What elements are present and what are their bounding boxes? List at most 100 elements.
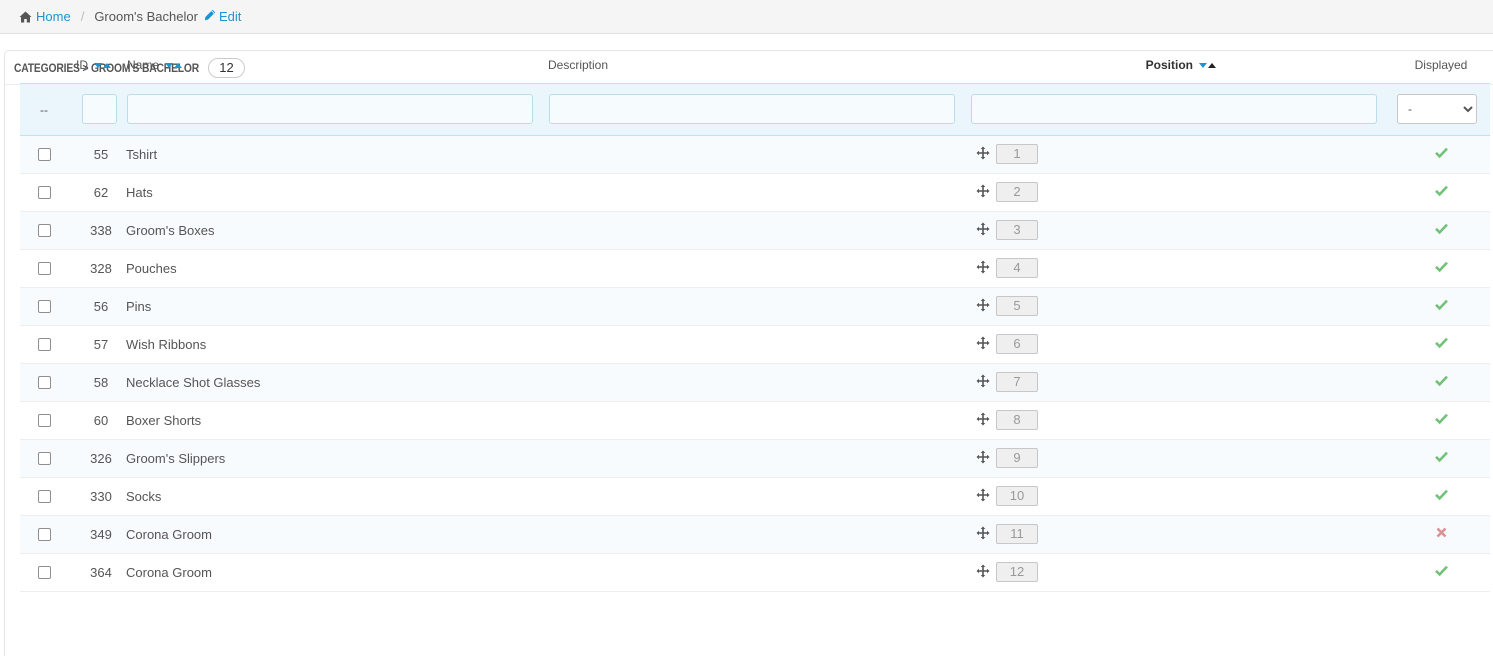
row-id: 57 <box>76 325 126 364</box>
row-select-cell <box>20 439 76 478</box>
sort-desc-icon[interactable] <box>1199 63 1208 69</box>
row-name[interactable]: Tshirt <box>126 135 548 174</box>
row-checkbox[interactable] <box>38 185 51 199</box>
row-checkbox[interactable] <box>38 527 51 541</box>
filter-position-input[interactable] <box>971 94 1377 124</box>
row-name[interactable]: Hats <box>126 173 548 212</box>
filter-position-cell <box>970 82 1392 136</box>
row-id: 62 <box>76 173 126 212</box>
row-checkbox[interactable] <box>38 489 51 503</box>
row-id: 58 <box>76 363 126 402</box>
filter-id-input[interactable] <box>82 94 117 124</box>
move-icon[interactable] <box>976 184 990 201</box>
check-icon[interactable] <box>1434 564 1448 577</box>
row-checkbox[interactable] <box>38 261 51 275</box>
check-icon[interactable] <box>1434 336 1448 349</box>
sort-asc-icon[interactable] <box>1208 63 1217 69</box>
breadcrumb: Home / Groom's Bachelor Edit <box>19 9 241 25</box>
row-name[interactable]: Boxer Shorts <box>126 401 548 440</box>
move-icon[interactable] <box>976 222 990 239</box>
check-icon[interactable] <box>1434 260 1448 273</box>
row-select-cell <box>20 515 76 554</box>
row-select-cell <box>20 325 76 364</box>
column-description: Description <box>548 47 970 83</box>
check-icon[interactable] <box>1434 222 1448 235</box>
row-id: 349 <box>76 515 126 554</box>
row-checkbox[interactable] <box>38 413 51 427</box>
row-name[interactable]: Wish Ribbons <box>126 325 548 364</box>
row-position-cell: 8 <box>970 401 1392 440</box>
move-icon[interactable] <box>976 412 990 429</box>
row-select-cell <box>20 553 76 592</box>
filter-displayed-select[interactable]: - <box>1397 94 1477 124</box>
move-icon[interactable] <box>976 564 990 581</box>
sort-asc-icon[interactable] <box>174 63 183 69</box>
move-icon[interactable] <box>976 374 990 391</box>
table-row: 60 Boxer Shorts 8 <box>20 401 1490 440</box>
check-icon[interactable] <box>1434 298 1448 311</box>
check-icon[interactable] <box>1434 184 1448 197</box>
move-icon[interactable] <box>976 260 990 277</box>
edit-link[interactable]: Edit <box>204 9 241 25</box>
column-displayed: Displayed <box>1392 47 1490 83</box>
row-position-cell: 7 <box>970 363 1392 402</box>
row-name[interactable]: Groom's Slippers <box>126 439 548 478</box>
row-description <box>548 325 970 364</box>
sort-asc-icon[interactable] <box>103 63 112 69</box>
row-position-cell: 10 <box>970 477 1392 516</box>
row-displayed-cell <box>1392 249 1490 288</box>
row-position-cell: 2 <box>970 173 1392 212</box>
sort-id-controls <box>94 63 112 69</box>
row-name[interactable]: Necklace Shot Glasses <box>126 363 548 402</box>
filter-bulk: -- <box>20 82 76 136</box>
row-checkbox[interactable] <box>38 223 51 237</box>
row-displayed-cell <box>1392 477 1490 516</box>
filter-description-cell <box>548 82 970 136</box>
row-checkbox[interactable] <box>38 147 51 161</box>
move-icon[interactable] <box>976 450 990 467</box>
table-header-row: ID Name Description Position Displayed <box>20 47 1490 83</box>
breadcrumb-home-link[interactable]: Home <box>19 9 71 25</box>
row-id: 364 <box>76 553 126 592</box>
table-row: 326 Groom's Slippers 9 <box>20 439 1490 478</box>
sort-desc-icon[interactable] <box>94 63 103 69</box>
check-icon[interactable] <box>1434 374 1448 387</box>
check-icon[interactable] <box>1434 488 1448 501</box>
row-checkbox[interactable] <box>38 337 51 351</box>
check-icon[interactable] <box>1434 412 1448 425</box>
check-icon[interactable] <box>1434 146 1448 159</box>
row-name[interactable]: Groom's Boxes <box>126 211 548 250</box>
filter-description-input[interactable] <box>549 94 955 124</box>
row-position-cell: 4 <box>970 249 1392 288</box>
check-icon[interactable] <box>1434 450 1448 463</box>
row-name[interactable]: Socks <box>126 477 548 516</box>
row-id: 330 <box>76 477 126 516</box>
cross-icon[interactable] <box>1435 526 1448 539</box>
filter-name-input[interactable] <box>127 94 533 124</box>
sort-desc-icon[interactable] <box>165 63 174 69</box>
row-name[interactable]: Pouches <box>126 249 548 288</box>
row-description <box>548 287 970 326</box>
row-checkbox[interactable] <box>38 451 51 465</box>
move-icon[interactable] <box>976 526 990 543</box>
row-displayed-cell <box>1392 553 1490 592</box>
table-row: 349 Corona Groom 11 <box>20 515 1490 554</box>
row-checkbox[interactable] <box>38 565 51 579</box>
move-icon[interactable] <box>976 298 990 315</box>
move-icon[interactable] <box>976 336 990 353</box>
position-value: 7 <box>996 372 1038 392</box>
row-name[interactable]: Corona Groom <box>126 553 548 592</box>
row-name[interactable]: Corona Groom <box>126 515 548 554</box>
filter-id-cell <box>76 82 126 136</box>
row-select-cell <box>20 211 76 250</box>
edit-label: Edit <box>218 9 242 24</box>
row-position-cell: 5 <box>970 287 1392 326</box>
row-displayed-cell <box>1392 363 1490 402</box>
row-checkbox[interactable] <box>38 375 51 389</box>
position-value: 6 <box>996 334 1038 354</box>
row-checkbox[interactable] <box>38 299 51 313</box>
move-icon[interactable] <box>976 488 990 505</box>
row-name[interactable]: Pins <box>126 287 548 326</box>
move-icon[interactable] <box>976 146 990 163</box>
position-value: 12 <box>996 562 1038 582</box>
